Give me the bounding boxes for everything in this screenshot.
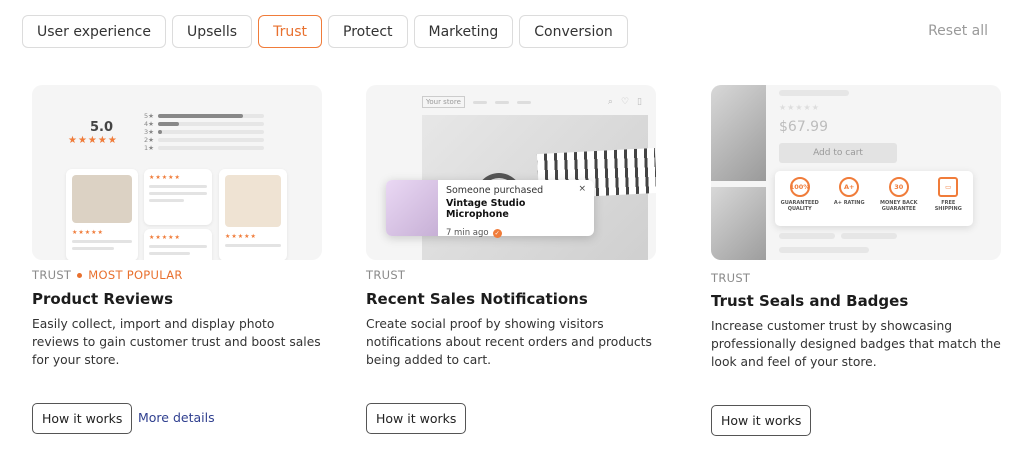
more-details-link[interactable]: More details	[138, 410, 215, 425]
rating-bar	[157, 114, 264, 118]
popup-heading: Someone purchased	[445, 185, 544, 196]
store-header-mock: Your store ⌕ ♡ ▯	[422, 95, 642, 109]
card-title: Recent Sales Notifications	[366, 290, 588, 308]
money-back-badge: 30 MONEY BACK GUARANTEE	[878, 177, 920, 212]
add-to-cart-mock-button: Add to cart	[779, 143, 897, 163]
most-popular-badge: MOST POPULAR	[88, 268, 183, 282]
category-label: TRUST	[711, 271, 751, 285]
truck-icon: ▭	[938, 177, 959, 197]
sales-notification-preview: Your store ⌕ ♡ ▯ Someone purchased Vinta…	[366, 85, 656, 260]
rating-breakdown: 5★ 4★ 3★ 2★ 1★	[144, 112, 264, 152]
microphone-thumbnail	[386, 180, 438, 236]
filter-chip-upsells[interactable]: Upsells	[171, 15, 253, 48]
free-shipping-badge: ▭ FREE SHIPPING	[927, 177, 969, 212]
rating-score: 5.0	[90, 120, 114, 135]
check-icon: ✓	[492, 228, 502, 238]
close-icon: ×	[578, 184, 586, 194]
card-title: Product Reviews	[32, 290, 173, 308]
star-seal-icon: A+	[839, 177, 860, 197]
a-plus-rating-badge: A+ A+ RATING	[828, 177, 870, 206]
rating-stars-icon: ★★★★★	[68, 135, 118, 146]
review-stars-icon: ★★★★★	[149, 234, 181, 241]
badge-label: FREE SHIPPING	[934, 200, 962, 212]
product-image	[711, 85, 766, 181]
reset-all-link[interactable]: Reset all	[928, 23, 988, 39]
cart-icon: ▯	[637, 97, 642, 107]
card-description: Increase customer trust by showcasing pr…	[711, 319, 1001, 369]
guaranteed-quality-badge: 100% GUARANTEED QUALITY	[779, 177, 821, 212]
rating-row-label: 5★	[144, 112, 154, 120]
card-tagline: TRUST	[711, 271, 750, 285]
trust-badges-strip: 100% GUARANTEED QUALITY A+ A+ RATING 30 MON…	[775, 171, 973, 226]
review-stars-icon: ★★★★★	[149, 174, 181, 181]
product-image	[711, 187, 766, 260]
review-stars-icon: ★★★★★	[225, 233, 257, 240]
money-back-seal-icon: 30	[888, 177, 909, 197]
sales-notification-popup: Someone purchased Vintage Studio Microph…	[386, 180, 594, 238]
review-stars-icon: ★★★★★	[72, 229, 104, 236]
how-it-works-button[interactable]: How it works	[32, 403, 133, 434]
product-reviews-preview: 5.0 ★★★★★ 5★ 4★ 3★ 2★ 1★ ★★★★★ ★★★★★ ★★★…	[32, 85, 322, 260]
card-description: Easily collect, import and display photo…	[32, 317, 321, 367]
card-title: Trust Seals and Badges	[711, 292, 909, 310]
popup-product-name: Vintage Studio Microphone	[445, 198, 526, 220]
trust-badges-preview: ★★★★★ $67.99 Add to cart 100% GUARANTEED …	[711, 85, 1001, 260]
rating-bar	[157, 122, 264, 126]
badge-label: GUARANTEED QUALITY	[780, 200, 819, 212]
how-it-works-button[interactable]: How it works	[711, 405, 812, 436]
category-label: TRUST	[366, 268, 406, 282]
how-it-works-button[interactable]: How it works	[366, 403, 467, 434]
filter-chip-trust[interactable]: Trust	[258, 15, 322, 48]
badge-label: MONEY BACK GUARANTEE	[880, 200, 918, 212]
product-price: $67.99	[779, 119, 828, 135]
review-tile: ★★★★★	[144, 229, 212, 260]
badge-label: A+ RATING	[833, 200, 865, 206]
card-description: Create social proof by showing visitors …	[366, 317, 652, 367]
rating-bar	[157, 130, 264, 134]
rating-row-label: 2★	[144, 136, 154, 144]
card-tagline: TRUST	[366, 268, 405, 282]
rating-row-label: 4★	[144, 120, 154, 128]
quality-seal-icon: 100%	[790, 177, 810, 197]
dot-icon	[77, 272, 83, 278]
filter-chip-conversion[interactable]: Conversion	[519, 15, 628, 48]
search-icon: ⌕	[607, 97, 613, 107]
filter-chip-protect[interactable]: Protect	[328, 15, 408, 48]
rating-row-label: 1★	[144, 144, 154, 152]
category-filter-bar: User experience Upsells Trust Protect Ma…	[22, 15, 628, 48]
rating-row-label: 3★	[144, 128, 154, 136]
review-tile: ★★★★★	[144, 169, 212, 225]
product-stars-icon: ★★★★★	[779, 103, 820, 112]
store-logo: Your store	[422, 96, 465, 108]
review-tile: ★★★★★	[219, 169, 287, 260]
review-tile: ★★★★★	[66, 169, 138, 260]
heart-icon: ♡	[620, 97, 630, 107]
filter-chip-marketing[interactable]: Marketing	[413, 15, 514, 48]
card-tagline: TRUST MOST POPULAR	[32, 268, 183, 282]
rating-bar	[157, 146, 264, 150]
popup-time: 7 min ago	[445, 228, 489, 238]
filter-chip-user-experience[interactable]: User experience	[22, 15, 166, 48]
category-label: TRUST	[32, 268, 72, 282]
rating-bar	[157, 138, 264, 142]
